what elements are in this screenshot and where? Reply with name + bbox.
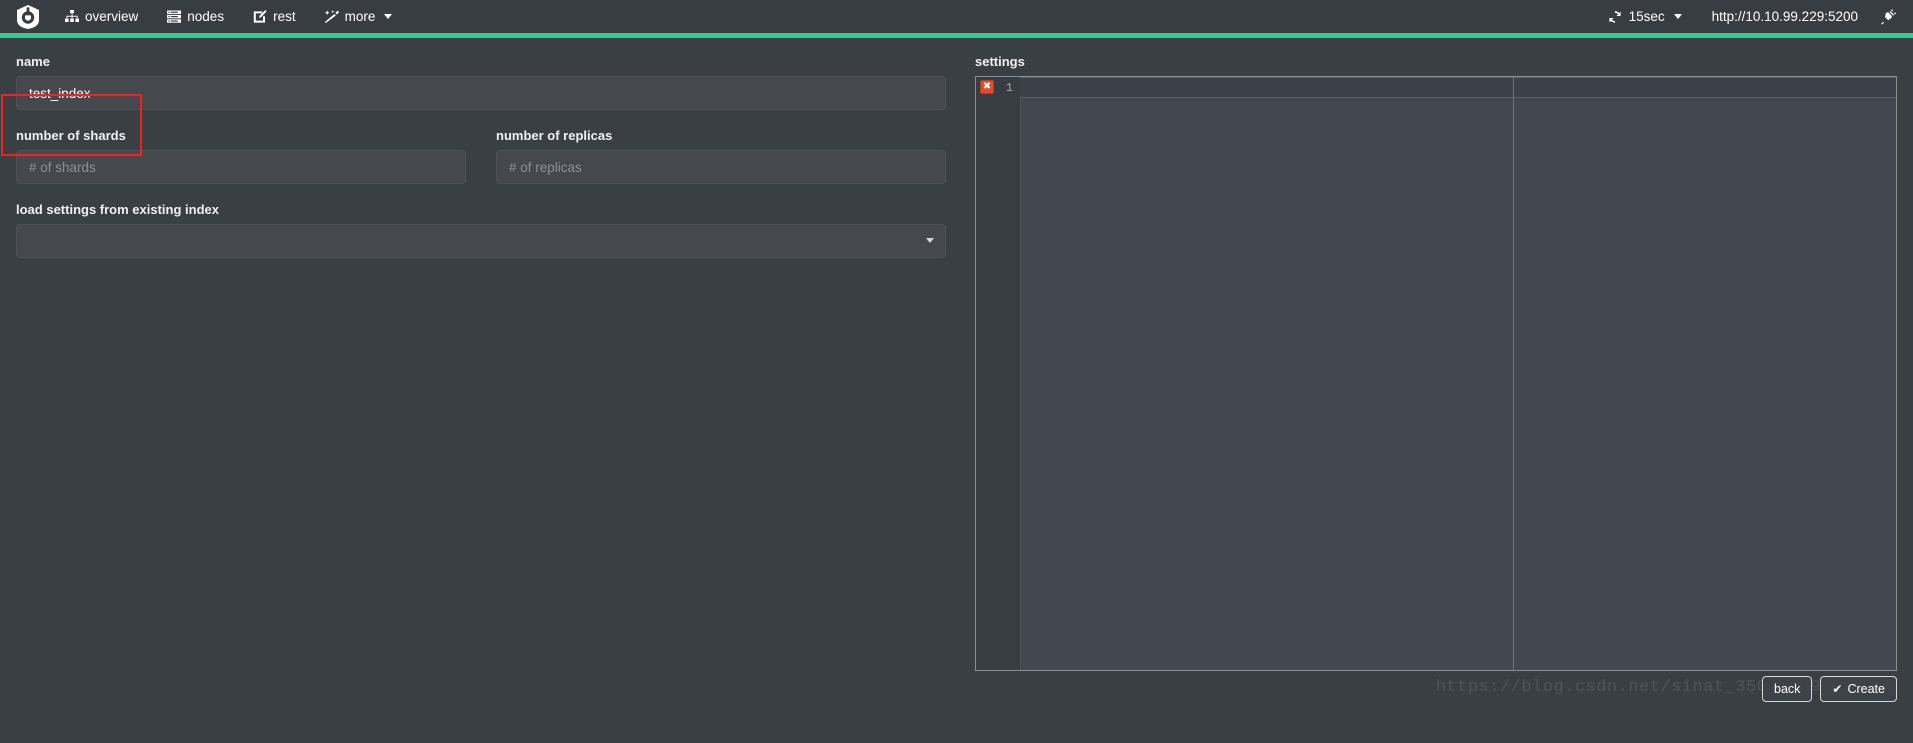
settings-code-editor[interactable]: ✖ 1 (975, 76, 1897, 671)
refresh-icon (1608, 9, 1623, 24)
create-button[interactable]: ✔ Create (1820, 676, 1897, 702)
nav-item-nodes[interactable]: nodes (152, 0, 238, 33)
load-settings-label: load settings from existing index (16, 202, 219, 217)
number-of-shards-input[interactable] (16, 150, 466, 184)
sitemap-icon (64, 9, 79, 24)
nav-label-nodes: nodes (187, 9, 225, 24)
gutter-row-1[interactable]: ✖ 1 (976, 77, 1020, 98)
index-form: name number of shards number of replicas… (16, 54, 946, 258)
settings-label: settings (975, 54, 1025, 69)
error-x-icon[interactable]: ✖ (980, 80, 994, 94)
number-of-replicas-input[interactable] (496, 150, 946, 184)
server-list-icon (166, 9, 181, 24)
back-button[interactable]: back (1762, 676, 1813, 702)
shards-field-group: number of shards (16, 128, 466, 184)
chevron-down-icon (384, 14, 393, 19)
form-actions: back ✔ Create (1762, 676, 1897, 702)
replicas-label: number of replicas (496, 128, 613, 143)
gutter-divider (1020, 77, 1021, 670)
nav-item-more[interactable]: more (310, 0, 407, 33)
editor-line-number: 1 (1005, 80, 1013, 95)
name-field-group: name (16, 54, 946, 110)
editor-active-line (1020, 77, 1896, 98)
refresh-interval-dropdown[interactable]: 15sec (1596, 0, 1694, 33)
create-index-page: name number of shards number of replicas… (0, 38, 1913, 743)
navbar-right-group: 15sec http://10.10.99.229:5200 (1596, 0, 1913, 33)
back-button-label: back (1774, 682, 1801, 696)
edit-square-icon (252, 9, 267, 24)
replicas-field-group: number of replicas (496, 128, 946, 184)
create-button-label: Create (1847, 682, 1885, 696)
index-name-input[interactable] (16, 76, 946, 110)
editor-gutter: ✖ 1 (976, 77, 1020, 670)
nav-item-rest[interactable]: rest (238, 0, 310, 33)
nav-label-more: more (344, 9, 376, 24)
name-label: name (16, 54, 50, 69)
cerebro-logo-icon[interactable] (6, 0, 50, 33)
top-navbar: overview nodes rest more 15sec http://10… (0, 0, 1913, 33)
load-settings-field-group: load settings from existing index (16, 202, 946, 258)
editor-print-margin (1513, 77, 1514, 670)
nav-item-overview[interactable]: overview (50, 0, 152, 33)
shards-label: number of shards (16, 128, 126, 143)
refresh-interval-label: 15sec (1628, 9, 1665, 24)
cluster-host-url: http://10.10.99.229:5200 (1711, 9, 1858, 24)
nav-label-rest: rest (273, 9, 296, 24)
chevron-down-icon (1673, 14, 1682, 19)
load-settings-select[interactable] (16, 224, 946, 258)
plug-icon[interactable] (1876, 8, 1913, 25)
settings-panel: settings ✖ 1 (975, 54, 1897, 671)
nav-label-overview: overview (85, 9, 139, 24)
primary-nav: overview nodes rest more (50, 0, 406, 33)
shards-replicas-row: number of shards number of replicas (16, 128, 946, 184)
check-icon: ✔ (1832, 682, 1843, 696)
magic-wand-icon (324, 9, 339, 24)
